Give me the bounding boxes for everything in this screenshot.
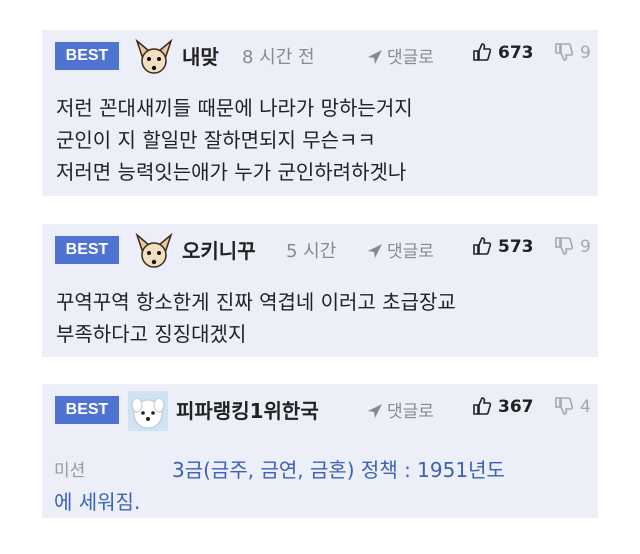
dislike-count: 4 bbox=[580, 397, 591, 417]
username[interactable]: 오키니꾸 bbox=[182, 235, 256, 264]
thumbs-up-icon bbox=[473, 397, 492, 415]
reply-label: 댓글로 bbox=[387, 242, 434, 262]
like-button[interactable]: 367 bbox=[472, 396, 534, 417]
thumbs-down-icon bbox=[555, 43, 574, 61]
mission-label: 미션 bbox=[54, 461, 86, 481]
comment-header: BEST 내맞 8 시간 전 댓글로 673 9 bbox=[42, 30, 598, 80]
comment-line: 꾸역꾸역 항소한게 진짜 역겹네 이러고 초급장교 bbox=[56, 290, 456, 314]
comment-card: BEST 피파랭킹1위한국 댓글로 367 4 미션 3금(금주, 금연, 금혼… bbox=[42, 384, 598, 518]
timestamp: 8 시간 전 bbox=[242, 47, 315, 68]
best-badge: BEST bbox=[55, 396, 119, 424]
thumbs-up-icon bbox=[473, 237, 492, 255]
thumbs-down-icon bbox=[555, 397, 574, 415]
send-icon bbox=[368, 244, 382, 258]
comment-card: BEST 내맞 8 시간 전 댓글로 673 9 저런 꼰대새끼들 때문에 나라… bbox=[42, 30, 598, 196]
send-icon bbox=[368, 404, 382, 418]
comment-body: 저런 꼰대새끼들 때문에 나라가 망하는거지군인이 지 할일만 잘하면되지 무슨… bbox=[56, 92, 413, 188]
comment-link-line[interactable]: 에 세워짐. bbox=[54, 486, 140, 515]
like-button[interactable]: 573 bbox=[472, 236, 534, 257]
timestamp: 5 시간 bbox=[286, 241, 337, 262]
comment-link-line[interactable]: 3금(금주, 금연, 금혼) 정책 : 1951년도 bbox=[172, 454, 505, 483]
dislike-button[interactable]: 4 bbox=[554, 396, 591, 417]
comment-body: 꾸역꾸역 항소한게 진짜 역겹네 이러고 초급장교부족하다고 징징대겠지 bbox=[56, 286, 456, 350]
comment-header: BEST 피파랭킹1위한국 댓글로 367 4 bbox=[42, 384, 598, 434]
comment-line: 저런 꼰대새끼들 때문에 나라가 망하는거지 bbox=[56, 96, 413, 120]
white-dog-avatar[interactable] bbox=[128, 391, 168, 431]
comment-line: 부족하다고 징징대겠지 bbox=[56, 322, 247, 346]
thumbs-up-icon bbox=[473, 43, 492, 61]
username[interactable]: 피파랭킹1위한국 bbox=[176, 395, 319, 424]
reply-label: 댓글로 bbox=[387, 48, 434, 68]
comment-line: 저러면 능력잇는애가 누가 군인하려하겟나 bbox=[56, 160, 407, 184]
best-badge: BEST bbox=[55, 236, 119, 264]
send-icon bbox=[368, 50, 382, 64]
fennec-fox-avatar[interactable] bbox=[134, 37, 174, 77]
reply-button[interactable]: 댓글로 bbox=[367, 397, 434, 422]
like-count: 673 bbox=[498, 43, 534, 63]
best-badge: BEST bbox=[55, 42, 119, 70]
comment-line: 군인이 지 할일만 잘하면되지 무슨ㅋㅋ bbox=[56, 128, 376, 152]
dislike-button[interactable]: 9 bbox=[554, 236, 591, 257]
comment-header: BEST 오키니꾸 5 시간 댓글로 573 9 bbox=[42, 224, 598, 274]
fennec-fox-avatar[interactable] bbox=[134, 231, 174, 271]
thumbs-down-icon bbox=[555, 237, 574, 255]
username[interactable]: 내맞 bbox=[182, 41, 219, 70]
dislike-button[interactable]: 9 bbox=[554, 42, 591, 63]
like-count: 367 bbox=[498, 397, 534, 417]
dislike-count: 9 bbox=[580, 237, 591, 257]
dislike-count: 9 bbox=[580, 43, 591, 63]
comment-card: BEST 오키니꾸 5 시간 댓글로 573 9 꾸역꾸역 항소한게 진짜 역겹… bbox=[42, 224, 598, 357]
like-count: 573 bbox=[498, 237, 534, 257]
like-button[interactable]: 673 bbox=[472, 42, 534, 63]
reply-label: 댓글로 bbox=[387, 402, 434, 422]
reply-button[interactable]: 댓글로 bbox=[367, 237, 434, 262]
reply-button[interactable]: 댓글로 bbox=[367, 43, 434, 68]
